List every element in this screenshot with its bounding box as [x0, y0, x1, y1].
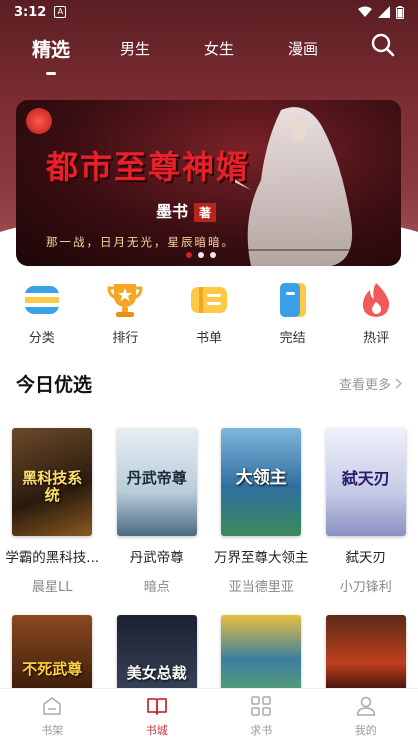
book-title: 学霸的黑科技...	[5, 550, 100, 566]
request-book-icon	[251, 695, 271, 716]
banner-dot[interactable]	[186, 252, 192, 258]
category-item-classify[interactable]: 分类	[0, 280, 84, 350]
banner-author-tag: 著	[194, 203, 217, 222]
book-card[interactable]: 大领主 万界至尊大领主 亚当德里亚	[209, 428, 314, 595]
book-cover-text: 丹武帝尊	[126, 469, 187, 487]
nav-profile[interactable]: 我的	[314, 689, 418, 743]
category-label: 排行	[112, 331, 139, 346]
book-card[interactable]: 不死武尊	[0, 615, 105, 695]
category-icon	[24, 286, 59, 314]
book-grid: 黑科技系统 学霸的黑科技... 晨星LL 丹武帝尊 丹武帝尊 暗点 大领主 万界…	[0, 428, 418, 695]
banner-slogan: 那一战，日月无光，星辰暗暗。	[46, 235, 235, 249]
section-title: 今日优选	[16, 373, 93, 396]
book-card[interactable]: 美女总裁	[105, 615, 210, 695]
tab-comics[interactable]: 漫画	[288, 38, 318, 59]
banner-author-name: 墨书	[156, 202, 189, 221]
book-cover-text: 大领主	[235, 468, 287, 488]
chevron-right-icon	[395, 377, 402, 389]
notification-icon: A	[54, 6, 67, 18]
book-row: 不死武尊 美女总裁	[0, 615, 418, 695]
tab-featured[interactable]: 精选	[32, 35, 70, 75]
book-cover: 不死武尊	[12, 615, 93, 695]
book-author: 晨星LL	[32, 580, 73, 595]
bookstore-icon	[146, 697, 167, 715]
bookshelf-icon	[43, 696, 61, 715]
book-cover	[221, 615, 302, 695]
banner-author: 墨书著	[156, 198, 217, 222]
banner-dot[interactable]	[198, 252, 204, 258]
category-label: 完结	[279, 331, 306, 346]
tab-female[interactable]: 女生	[204, 38, 234, 59]
book-cover: 黑科技系统	[12, 428, 93, 536]
nav-label: 求书	[250, 723, 273, 737]
bottom-navigation: 书架 书城 求书 我的	[0, 688, 418, 743]
category-label: 热评	[363, 331, 390, 346]
status-icons	[358, 5, 404, 19]
category-item-ranking[interactable]: 排行	[84, 280, 168, 350]
book-cover: 弑天刃	[325, 428, 406, 536]
book-card[interactable]: 弑天刃 弑天刃 小刀锋利	[314, 428, 418, 595]
book-card[interactable]: 丹武帝尊 丹武帝尊 暗点	[105, 428, 210, 595]
nav-label: 书架	[41, 723, 64, 737]
nav-bookstore[interactable]: 书城	[105, 689, 210, 743]
book-author: 小刀锋利	[339, 580, 392, 595]
tab-male[interactable]: 男生	[120, 38, 150, 59]
book-card[interactable]	[209, 615, 314, 695]
flame-icon	[363, 283, 390, 317]
nav-request-book[interactable]: 求书	[209, 689, 314, 743]
book-card[interactable]: 黑科技系统 学霸的黑科技... 晨星LL	[0, 428, 105, 595]
category-item-booklist[interactable]: 书单	[167, 280, 251, 350]
book-cover-text: 弑天刃	[341, 469, 390, 488]
book-author: 亚当德里亚	[228, 580, 294, 595]
book-cover: 美女总裁	[116, 615, 197, 695]
book-title: 弑天刃	[345, 550, 387, 566]
book-title: 万界至尊大领主	[214, 550, 309, 566]
profile-icon	[356, 696, 375, 716]
category-item-hot-reviews[interactable]: 热评	[334, 280, 418, 350]
category-item-finished[interactable]: 完结	[251, 280, 335, 350]
category-label: 书单	[195, 331, 222, 346]
see-more-link[interactable]: 查看更多	[339, 374, 402, 393]
book-cover-text: 黑科技系统	[22, 469, 83, 504]
see-more-label: 查看更多	[338, 377, 391, 393]
battery-icon	[396, 5, 404, 19]
finished-book-icon	[279, 283, 306, 317]
signal-icon	[378, 6, 390, 18]
book-cover	[325, 615, 406, 695]
banner-pagination	[186, 252, 216, 258]
search-icon[interactable]	[370, 32, 396, 58]
banner-title: 都市至尊神婿	[46, 148, 251, 186]
section-header: 今日优选 查看更多	[0, 366, 418, 400]
banner-dot[interactable]	[210, 252, 216, 258]
status-bar: 3:12 A	[0, 0, 418, 24]
category-shortcuts: 分类 排行 书单 完结 热评	[0, 280, 418, 350]
top-tabs: 精选 男生 女生 漫画	[0, 28, 418, 75]
book-cover-text: 不死武尊	[22, 660, 83, 678]
nav-bookshelf[interactable]: 书架	[0, 689, 105, 743]
book-card[interactable]	[314, 615, 418, 695]
moon-graphic	[26, 108, 52, 134]
booklist-icon	[190, 287, 227, 313]
book-row: 黑科技系统 学霸的黑科技... 晨星LL 丹武帝尊 丹武帝尊 暗点 大领主 万界…	[0, 428, 418, 595]
nav-label: 我的	[354, 723, 377, 737]
nav-label: 书城	[145, 723, 168, 737]
book-cover: 丹武帝尊	[116, 428, 197, 536]
book-cover: 大领主	[221, 428, 302, 536]
category-label: 分类	[28, 331, 55, 346]
book-title: 丹武帝尊	[129, 550, 184, 566]
trophy-icon	[107, 284, 143, 317]
promo-banner[interactable]: 都市至尊神婿 墨书著 那一战，日月无光，星辰暗暗。	[16, 100, 401, 266]
status-time: 3:12	[14, 4, 47, 20]
book-author: 暗点	[143, 580, 170, 595]
book-cover-text: 美女总裁	[126, 664, 187, 682]
wifi-icon	[358, 6, 372, 17]
